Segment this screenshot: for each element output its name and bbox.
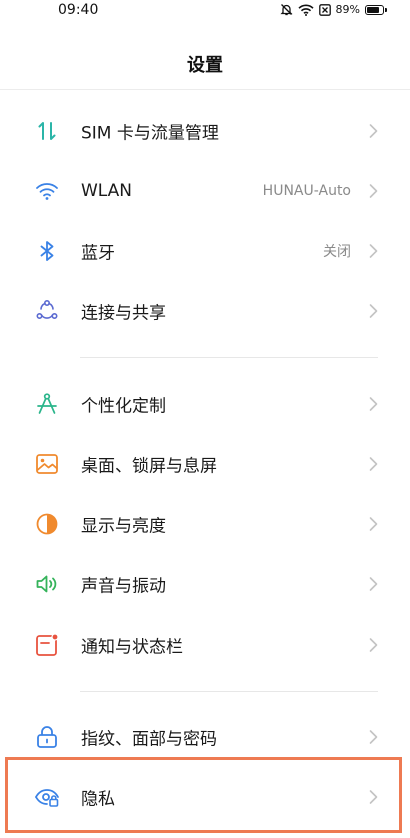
chevron-right-icon	[369, 790, 378, 805]
data-transfer-icon	[34, 118, 60, 144]
settings-item-label: 隐私	[81, 789, 115, 810]
settings-item-display[interactable]: 显示与亮度	[0, 494, 410, 554]
battery-percent: 89%	[335, 3, 360, 16]
settings-item-label: 指纹、面部与密码	[81, 729, 217, 750]
settings-item-connection[interactable]: 连接与共享	[0, 281, 410, 341]
speaker-icon	[34, 571, 60, 597]
settings-item-wallpaper[interactable]: 桌面、锁屏与息屏	[0, 434, 410, 494]
status-bar: 09:40 89%	[0, 0, 410, 22]
status-icons: 89%	[279, 3, 387, 16]
chevron-right-icon	[369, 244, 378, 259]
bluetooth-icon	[34, 238, 60, 264]
settings-item-personalize[interactable]: 个性化定制	[0, 374, 410, 434]
settings-item-security[interactable]: 指纹、面部与密码	[0, 707, 410, 767]
wallpaper-icon	[34, 451, 60, 477]
settings-item-sim[interactable]: SIM 卡与流量管理	[0, 101, 410, 161]
chevron-right-icon	[369, 730, 378, 745]
compass-icon	[34, 391, 60, 417]
settings-item-label: 声音与振动	[81, 576, 166, 597]
connection-share-icon	[34, 298, 60, 324]
page-title: 设置	[187, 55, 223, 76]
privacy-eye-icon	[34, 784, 60, 810]
settings-item-label: SIM 卡与流量管理	[81, 123, 219, 144]
mute-bell-icon	[279, 3, 293, 16]
settings-item-label: 连接与共享	[81, 303, 166, 324]
lock-icon	[34, 724, 60, 750]
group-divider	[80, 691, 378, 692]
group-divider	[80, 357, 378, 358]
chevron-right-icon	[369, 517, 378, 532]
settings-item-sound[interactable]: 声音与振动	[0, 554, 410, 614]
settings-item-notification[interactable]: 通知与状态栏	[0, 615, 410, 675]
battery-icon	[365, 4, 387, 15]
chevron-right-icon	[369, 124, 378, 139]
settings-item-value: HUNAU-Auto	[262, 183, 351, 199]
settings-item-label: 显示与亮度	[81, 516, 166, 537]
settings-item-value: 关闭	[323, 244, 351, 260]
settings-item-label: 桌面、锁屏与息屏	[81, 456, 217, 477]
settings-item-label: WLAN	[81, 181, 133, 201]
settings-item-bluetooth[interactable]: 蓝牙 关闭	[0, 221, 410, 281]
settings-item-label: 通知与状态栏	[81, 637, 183, 658]
notification-icon	[34, 632, 60, 658]
chevron-right-icon	[369, 397, 378, 412]
wifi-icon	[297, 4, 314, 16]
chevron-right-icon	[369, 304, 378, 319]
chevron-right-icon	[369, 184, 378, 199]
settings-item-label: 蓝牙	[81, 243, 115, 264]
status-time: 09:40	[58, 2, 99, 18]
wifi-icon	[34, 178, 60, 204]
chevron-right-icon	[369, 457, 378, 472]
brightness-icon	[34, 511, 60, 537]
header-divider	[0, 89, 410, 90]
chevron-right-icon	[369, 577, 378, 592]
settings-item-label: 个性化定制	[81, 396, 166, 417]
chevron-right-icon	[369, 638, 378, 653]
settings-item-privacy[interactable]: 隐私	[0, 767, 410, 827]
no-sim-icon	[318, 3, 331, 16]
settings-item-wlan[interactable]: WLAN HUNAU-Auto	[0, 161, 410, 221]
